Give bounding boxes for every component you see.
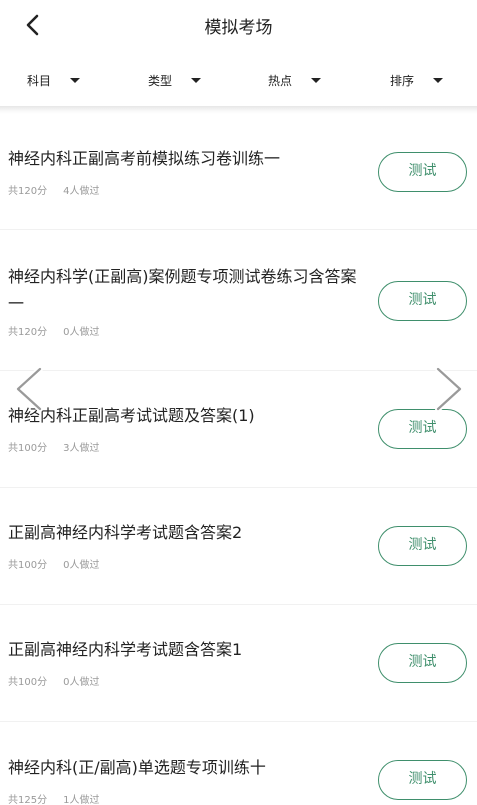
exam-score: 共120分 [8, 186, 48, 197]
exam-meta: 共120分 0人做过 [8, 323, 99, 338]
test-button[interactable]: 测试 [378, 281, 467, 321]
exam-count: 3人做过 [63, 443, 100, 454]
exam-title: 神经内科正副高考试试题及答案(1) [8, 406, 255, 425]
exam-title: 正副高神经内科学考试题含答案1 [8, 640, 243, 659]
list-item[interactable]: 正副高神经内科学考试题含答案2 共100分 0人做过 测试 [0, 488, 477, 605]
chevron-left-icon[interactable] [12, 365, 46, 413]
header-shadow [0, 106, 477, 114]
list-item[interactable]: 神经内科学(正副高)案例题专项测试卷练习含答案一 共120分 0人做过 测试 [0, 230, 477, 371]
exam-count: 4人做过 [63, 186, 100, 197]
exam-meta: 共100分 0人做过 [8, 673, 99, 688]
exam-title: 神经内科正副高考前模拟练习卷训练一 [8, 149, 281, 168]
filter-sort-label: 排序 [390, 73, 415, 88]
filter-subject-label: 科目 [27, 73, 52, 88]
filter-sort[interactable]: 排序 [390, 71, 444, 89]
list-item[interactable]: 正副高神经内科学考试题含答案1 共100分 0人做过 测试 [0, 605, 477, 722]
exam-count: 0人做过 [63, 327, 100, 338]
filter-hot[interactable]: 热点 [268, 71, 322, 89]
filter-bar: 科目 类型 热点 排序 [0, 50, 477, 108]
exam-count: 1人做过 [63, 795, 100, 805]
exam-count: 0人做过 [63, 560, 100, 571]
caret-down-icon [70, 77, 81, 83]
list-item[interactable]: 神经内科正副高考试试题及答案(1) 共100分 3人做过 测试 [0, 371, 477, 488]
exam-score: 共125分 [8, 795, 48, 805]
nav-bar: 模拟考场 [0, 0, 477, 50]
exam-score: 共100分 [8, 443, 48, 454]
exam-score: 共120分 [8, 327, 48, 338]
test-button[interactable]: 测试 [378, 760, 467, 800]
test-button[interactable]: 测试 [378, 152, 467, 192]
test-button[interactable]: 测试 [378, 409, 467, 449]
page-title: 模拟考场 [204, 18, 273, 38]
filter-type-label: 类型 [148, 73, 173, 88]
exam-meta: 共125分 1人做过 [8, 791, 99, 805]
test-button[interactable]: 测试 [378, 643, 467, 683]
exam-title: 正副高神经内科学考试题含答案2 [8, 523, 243, 542]
caret-down-icon [433, 77, 444, 83]
filter-hot-label: 热点 [268, 73, 293, 88]
caret-down-icon [191, 77, 202, 83]
exam-meta: 共120分 4人做过 [8, 182, 99, 197]
filter-subject[interactable]: 科目 [27, 71, 81, 89]
exam-score: 共100分 [8, 560, 48, 571]
filter-type[interactable]: 类型 [148, 71, 202, 89]
exam-title: 神经内科学(正副高)案例题专项测试卷练习含答案一 [8, 267, 357, 313]
exam-meta: 共100分 3人做过 [8, 439, 99, 454]
list-item[interactable]: 神经内科(正/副高)单选题专项训练十 共125分 1人做过 测试 [0, 722, 477, 805]
caret-down-icon [311, 77, 322, 83]
test-button[interactable]: 测试 [378, 526, 467, 566]
exam-score: 共100分 [8, 677, 48, 688]
screen: 模拟考场 科目 类型 热点 排序 神经内科正副高考前模拟练习卷训练一 共120分… [0, 0, 477, 805]
exam-count: 0人做过 [63, 677, 100, 688]
list-item[interactable]: 神经内科正副高考前模拟练习卷训练一 共120分 4人做过 测试 [0, 114, 477, 230]
exam-title: 神经内科(正/副高)单选题专项训练十 [8, 758, 266, 777]
chevron-right-icon[interactable] [432, 365, 466, 413]
exam-meta: 共100分 0人做过 [8, 556, 99, 571]
exam-list: 神经内科正副高考前模拟练习卷训练一 共120分 4人做过 测试 神经内科学(正副高… [0, 114, 477, 805]
